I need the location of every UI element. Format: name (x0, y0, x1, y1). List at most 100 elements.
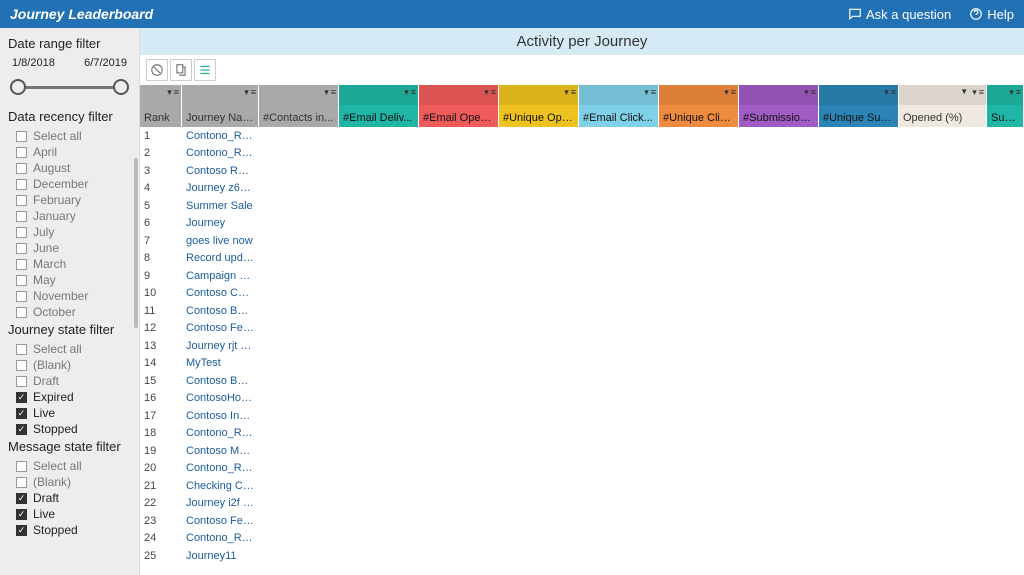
filter-icon[interactable]: ▾ (244, 87, 249, 98)
table-row[interactable]: 24Contono_Rel_CJ210 (140, 530, 1024, 548)
cell-rank: 8 (140, 252, 182, 264)
date-from[interactable]: 1/8/2018 (12, 57, 55, 69)
recency-option[interactable]: December (8, 176, 131, 192)
table-row[interactable]: 1Contono_Rel_CJ110 (140, 127, 1024, 145)
filter-icon[interactable]: ▾ (972, 87, 977, 98)
table-row[interactable]: 13Journey rjt (Sim...36 (140, 337, 1024, 355)
table-row[interactable]: 21Checking Conte...136 (140, 477, 1024, 495)
table-row[interactable]: 22Journey i2f (Sim...2 (140, 495, 1024, 513)
recency-option[interactable]: April (8, 144, 131, 160)
date-to[interactable]: 6/7/2019 (84, 57, 127, 69)
filter-icon[interactable]: ▾ (484, 87, 489, 98)
message-state-option[interactable]: Select all (8, 458, 131, 474)
cell-journey-name: Summer Sale (182, 200, 259, 212)
table-row[interactable]: 2Contono_Rel_CJ...10 (140, 145, 1024, 163)
journey-state-option[interactable]: Draft (8, 373, 131, 389)
sidebar-scrollbar[interactable] (134, 158, 138, 328)
column-header-c0[interactable]: #Contacts in...▾≡ (259, 85, 339, 127)
menu-icon[interactable]: ≡ (811, 87, 816, 98)
table-row[interactable]: 23Contoso Feb lau...11 (140, 512, 1024, 530)
recency-option[interactable]: Select all (8, 128, 131, 144)
menu-icon[interactable]: ≡ (251, 87, 256, 98)
recency-option[interactable]: October (8, 304, 131, 320)
column-header-c9[interactable]: Subm...▾≡ (987, 85, 1024, 127)
table-row[interactable]: 5Summer Sale12 (140, 197, 1024, 215)
header-label: #Unique Clic... (663, 112, 734, 124)
column-header-c5[interactable]: #Unique Clic... ▾≡ (659, 85, 739, 127)
filter-icon[interactable]: ▾ (1009, 87, 1014, 98)
menu-icon[interactable]: ≡ (174, 87, 179, 98)
recency-option[interactable]: August (8, 160, 131, 176)
table-row[interactable]: 25Journey112 (140, 547, 1024, 565)
checkbox-icon (16, 275, 27, 286)
journey-state-option[interactable]: ✓Expired (8, 389, 131, 405)
options-button[interactable] (194, 59, 216, 81)
menu-icon[interactable]: ≡ (1016, 87, 1021, 98)
journey-state-option[interactable]: ✓Live (8, 405, 131, 421)
journey-state-option[interactable]: Select all (8, 341, 131, 357)
table-row[interactable]: 16ContosoHomeB...216 (140, 390, 1024, 408)
table-row[interactable]: 19Contoso Mortga...16 (140, 442, 1024, 460)
recency-option[interactable]: May (8, 272, 131, 288)
menu-icon[interactable]: ≡ (979, 87, 984, 98)
ask-question-link[interactable]: Ask a question (848, 7, 951, 22)
table-row[interactable]: 20Contono_Rel_CJ...10 (140, 460, 1024, 478)
filter-icon[interactable]: ▾ (564, 87, 569, 98)
filter-icon[interactable]: ▾ (804, 87, 809, 98)
table-row[interactable]: 3Contoso Registr...12 (140, 162, 1024, 180)
filter-icon[interactable]: ▾ (884, 87, 889, 98)
filter-icon[interactable]: ▾ (324, 87, 329, 98)
date-range-slider[interactable] (10, 75, 129, 101)
table-row[interactable]: 9Campaign 100K ...63 (140, 267, 1024, 285)
message-state-option[interactable]: ✓Draft (8, 490, 131, 506)
help-link[interactable]: Help (969, 7, 1014, 22)
table-row[interactable]: 18Contono_Rel_CJ310 (140, 425, 1024, 443)
menu-icon[interactable]: ≡ (491, 87, 496, 98)
message-state-option[interactable]: (Blank) (8, 474, 131, 490)
filter-icon[interactable]: ▾ (404, 87, 409, 98)
recency-option[interactable]: March (8, 256, 131, 272)
table-row[interactable]: 15Contoso Bank P...126 (140, 372, 1024, 390)
filter-icon[interactable]: ▾ (167, 87, 172, 98)
checkbox-icon (16, 195, 27, 206)
table-row[interactable]: 12Contoso Feb lau...80 (140, 320, 1024, 338)
menu-icon[interactable]: ≡ (331, 87, 336, 98)
message-state-option[interactable]: ✓Stopped (8, 522, 131, 538)
column-header-c2[interactable]: #Email Open...▾≡ (419, 85, 499, 127)
table-row[interactable]: 17Contoso Invitati...529 (140, 407, 1024, 425)
table-row[interactable]: 11Contoso Bank In...155 (140, 302, 1024, 320)
table-row[interactable]: 7goes live now12 (140, 232, 1024, 250)
journey-state-option[interactable]: ✓Stopped (8, 421, 131, 437)
table-row[interactable]: 6Journey12 (140, 215, 1024, 233)
recency-option[interactable]: June (8, 240, 131, 256)
column-header-c6[interactable]: #Submission...▾≡ (739, 85, 819, 127)
clear-filters-button[interactable] (146, 59, 168, 81)
table-row[interactable]: 8Record update ...45 (140, 250, 1024, 268)
column-header-rank[interactable]: Rank▾≡ (140, 85, 182, 127)
checkbox-icon: ✓ (16, 509, 27, 520)
journey-state-option[interactable]: (Blank) (8, 357, 131, 373)
menu-icon[interactable]: ≡ (571, 87, 576, 98)
checkbox-icon (16, 477, 27, 488)
recency-option[interactable]: July (8, 224, 131, 240)
filter-icon[interactable]: ▾ (724, 87, 729, 98)
menu-icon[interactable]: ≡ (651, 87, 656, 98)
recency-option[interactable]: November (8, 288, 131, 304)
filter-icon[interactable]: ▾ (644, 87, 649, 98)
column-header-c3[interactable]: #Unique Ope...▾≡ (499, 85, 579, 127)
menu-icon[interactable]: ≡ (731, 87, 736, 98)
recency-option[interactable]: February (8, 192, 131, 208)
column-header-c4[interactable]: #Email Click...▾≡ (579, 85, 659, 127)
message-state-option[interactable]: ✓Live (8, 506, 131, 522)
column-header-c7[interactable]: #Unique Sub...▾≡ (819, 85, 899, 127)
recency-option[interactable]: January (8, 208, 131, 224)
column-header-name[interactable]: Journey Name▾≡ (182, 85, 259, 127)
table-row[interactable]: 14MyTest36 (140, 355, 1024, 373)
column-header-c1[interactable]: #Email Deliv...▾≡ (339, 85, 419, 127)
export-button[interactable] (170, 59, 192, 81)
menu-icon[interactable]: ≡ (891, 87, 896, 98)
table-row[interactable]: 4Journey z6e (Bla...12 (140, 180, 1024, 198)
column-header-c8[interactable]: Opened (%)▾≡ (899, 85, 987, 127)
table-row[interactable]: 10Contoso Chairs ...54 (140, 285, 1024, 303)
menu-icon[interactable]: ≡ (411, 87, 416, 98)
